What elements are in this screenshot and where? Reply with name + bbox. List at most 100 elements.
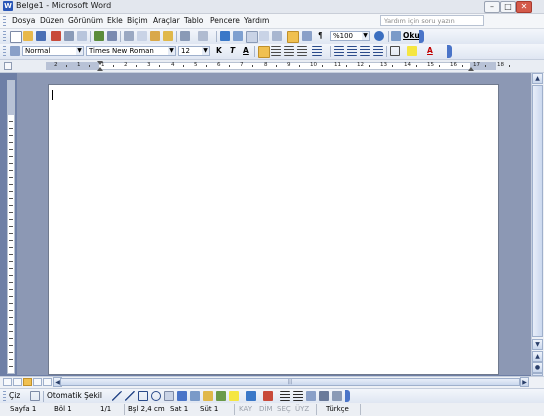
- research-icon[interactable]: [107, 31, 117, 41]
- drawing-icon[interactable]: [287, 31, 299, 43]
- decrease-indent-icon[interactable]: [360, 46, 370, 56]
- clip-art-icon[interactable]: [203, 391, 213, 401]
- status-rec[interactable]: KAY: [239, 405, 252, 413]
- font-select[interactable]: Times New Roman ▼: [86, 46, 176, 56]
- select-browse-object-icon[interactable]: ●: [532, 362, 543, 373]
- redo-icon[interactable]: [198, 31, 208, 41]
- styles-formatting-icon[interactable]: [10, 46, 20, 56]
- normal-view-icon[interactable]: [3, 378, 12, 386]
- print-layout-view-icon[interactable]: [23, 378, 32, 386]
- toolbar-options-icon[interactable]: [447, 45, 452, 58]
- shadow-style-icon[interactable]: [319, 391, 329, 401]
- bullets-icon[interactable]: [347, 46, 357, 56]
- arrow-style-icon[interactable]: [306, 391, 316, 401]
- print-icon[interactable]: [64, 31, 74, 41]
- minimize-button[interactable]: –: [484, 1, 500, 13]
- insert-excel-icon[interactable]: [259, 31, 269, 41]
- help-icon[interactable]: [374, 31, 384, 41]
- scroll-up-icon[interactable]: ▲: [532, 73, 543, 84]
- insert-table-icon[interactable]: [246, 31, 258, 43]
- underline-button[interactable]: A: [243, 46, 249, 55]
- align-left-icon[interactable]: [258, 46, 270, 58]
- vertical-scrollbar[interactable]: ▲ ▼ ▲ ●: [531, 73, 544, 376]
- status-ext[interactable]: SEÇ: [277, 405, 291, 413]
- dash-style-icon[interactable]: [293, 391, 303, 401]
- document-page[interactable]: [48, 84, 499, 375]
- previous-page-icon[interactable]: ▲: [532, 351, 543, 362]
- menu-ekle[interactable]: Ekle: [107, 16, 123, 25]
- web-layout-view-icon[interactable]: [13, 378, 22, 386]
- read-icon[interactable]: [391, 31, 401, 41]
- status-ovr[interactable]: ÜYZ: [295, 405, 309, 413]
- status-language[interactable]: Türkçe: [326, 405, 349, 413]
- line-spacing-icon[interactable]: [312, 46, 322, 56]
- formatting-toolbar-grip[interactable]: [3, 46, 6, 56]
- picture-icon[interactable]: [216, 391, 226, 401]
- menu-araclar[interactable]: Araçlar: [153, 16, 180, 25]
- paste-icon[interactable]: [150, 31, 160, 41]
- word-app-icon[interactable]: W: [3, 1, 13, 11]
- permission-icon[interactable]: [51, 31, 61, 41]
- text-box-icon[interactable]: [164, 391, 174, 401]
- scroll-down-icon[interactable]: ▼: [532, 339, 543, 350]
- vertical-ruler[interactable]: [7, 80, 15, 374]
- horizontal-scroll-thumb[interactable]: |||: [60, 378, 520, 386]
- standard-toolbar-grip[interactable]: [3, 31, 6, 41]
- draw-menu-button[interactable]: Çiz: [9, 391, 20, 400]
- close-button[interactable]: ✕: [516, 1, 532, 13]
- print-preview-icon[interactable]: [77, 31, 87, 41]
- horizontal-ruler[interactable]: 2 1 1 2 3 4 5 6 7 8 9 10 11 12 13 14 15 16 17 18: [0, 60, 544, 73]
- undo-icon[interactable]: [180, 31, 190, 41]
- zoom-select[interactable]: %100 ▼: [330, 31, 370, 41]
- reading-layout-view-icon[interactable]: [43, 378, 52, 386]
- rectangle-icon[interactable]: [138, 391, 148, 401]
- italic-button[interactable]: T: [230, 46, 235, 55]
- font-color-button[interactable]: A: [427, 46, 433, 55]
- font-size-select[interactable]: 12 ▼: [178, 46, 210, 56]
- toolbar-options-icon[interactable]: [345, 390, 350, 402]
- menu-yardim[interactable]: Yardım: [244, 16, 269, 25]
- arrow-icon[interactable]: [125, 391, 135, 401]
- cut-icon[interactable]: [124, 31, 134, 41]
- 3d-style-icon[interactable]: [332, 391, 342, 401]
- save-icon[interactable]: [36, 31, 46, 41]
- increase-indent-icon[interactable]: [373, 46, 383, 56]
- border-icon[interactable]: [390, 46, 400, 56]
- show-hide-pilcrow-icon[interactable]: ¶: [318, 31, 323, 40]
- status-trk[interactable]: DİM: [259, 405, 273, 413]
- fill-color-icon[interactable]: [229, 391, 239, 401]
- tables-borders-icon[interactable]: [233, 31, 243, 41]
- document-map-icon[interactable]: [302, 31, 312, 41]
- columns-icon[interactable]: [272, 31, 282, 41]
- justify-icon[interactable]: [297, 46, 307, 56]
- font-color-icon[interactable]: [263, 391, 273, 401]
- drawing-toolbar-grip[interactable]: [3, 391, 6, 401]
- hyperlink-icon[interactable]: [220, 31, 230, 41]
- horizontal-scrollbar[interactable]: ◀ ||| ▶: [0, 376, 544, 388]
- read-button[interactable]: Oku: [403, 31, 420, 40]
- menu-pencere[interactable]: Pencere: [210, 16, 240, 25]
- align-right-icon[interactable]: [284, 46, 294, 56]
- outline-view-icon[interactable]: [33, 378, 42, 386]
- menu-tablo[interactable]: Tablo: [184, 16, 203, 25]
- toolbar-options-icon[interactable]: [419, 30, 424, 43]
- line-style-icon[interactable]: [280, 391, 290, 401]
- highlight-icon[interactable]: [407, 46, 417, 56]
- line-color-icon[interactable]: [246, 391, 256, 401]
- oval-icon[interactable]: [151, 391, 161, 401]
- wordart-icon[interactable]: [177, 391, 187, 401]
- style-select[interactable]: Normal ▼: [22, 46, 84, 56]
- line-icon[interactable]: [112, 391, 122, 401]
- new-document-icon[interactable]: [10, 31, 22, 43]
- menu-duzen[interactable]: Düzen: [40, 16, 64, 25]
- format-painter-icon[interactable]: [163, 31, 173, 41]
- numbering-icon[interactable]: [334, 46, 344, 56]
- diagram-icon[interactable]: [190, 391, 200, 401]
- menu-dosya[interactable]: Dosya: [12, 16, 35, 25]
- menu-bar-grip[interactable]: [3, 16, 6, 26]
- spelling-icon[interactable]: [94, 31, 104, 41]
- bold-button[interactable]: K: [216, 46, 222, 55]
- copy-icon[interactable]: [137, 31, 147, 41]
- menu-gorunum[interactable]: Görünüm: [68, 16, 103, 25]
- maximize-button[interactable]: □: [500, 1, 516, 13]
